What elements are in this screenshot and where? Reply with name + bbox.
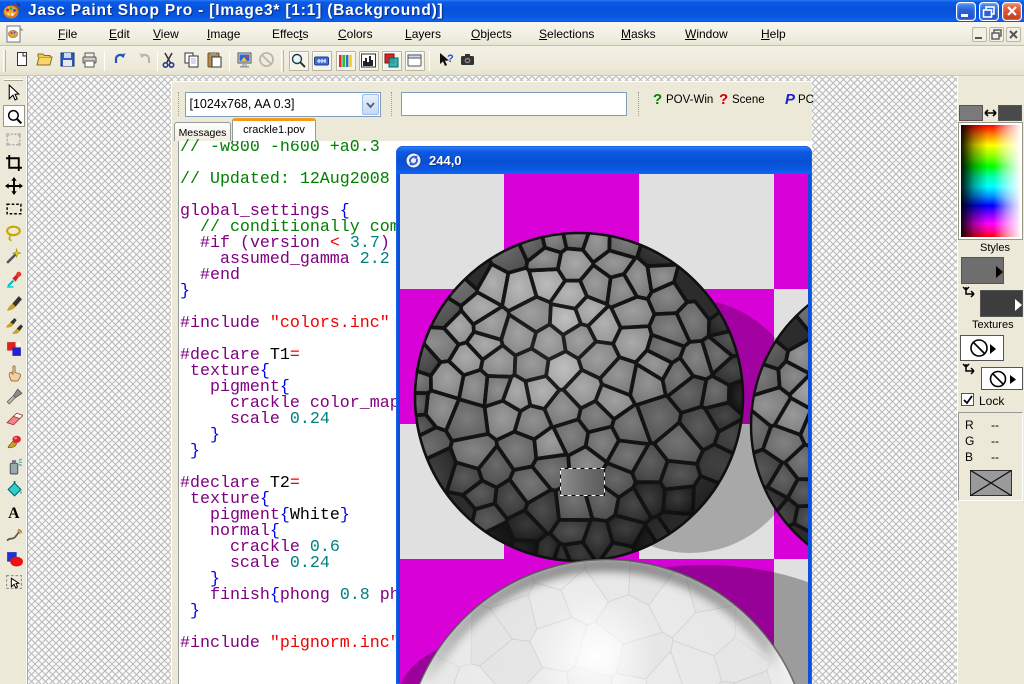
svg-text:A: A [8,505,20,521]
svg-text:?: ? [447,53,454,65]
